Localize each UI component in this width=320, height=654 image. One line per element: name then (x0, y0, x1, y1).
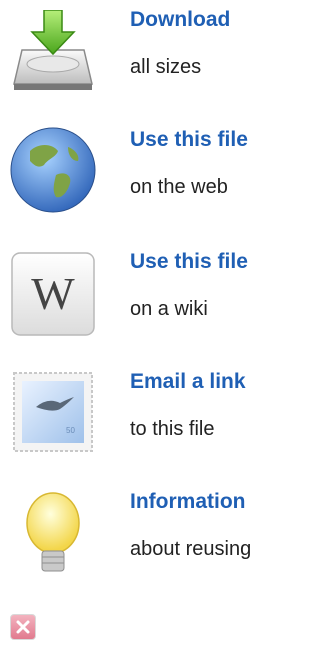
download-option[interactable]: Download all sizes (0, 0, 291, 100)
close-icon[interactable] (11, 615, 35, 639)
use-on-wiki-title[interactable]: Use this file (130, 250, 291, 274)
reuse-info-title[interactable]: Information (130, 490, 291, 514)
use-on-wiki-option[interactable]: W Use this file on a wiki (0, 242, 291, 342)
use-on-web-option[interactable]: Use this file on the web (0, 120, 291, 220)
email-link-title[interactable]: Email a link (130, 370, 291, 394)
use-on-web-title[interactable]: Use this file (130, 128, 291, 152)
wiki-w-icon[interactable]: W (8, 252, 98, 336)
lightbulb-icon[interactable] (8, 492, 98, 572)
email-link-option[interactable]: 50 Email a link to this file (0, 362, 291, 462)
hard-drive-download-icon[interactable] (8, 9, 98, 90)
globe-icon[interactable] (8, 127, 98, 213)
download-title[interactable]: Download (130, 8, 291, 32)
close-button[interactable] (10, 614, 36, 640)
use-on-web-subtitle: on the web (130, 176, 228, 198)
svg-text:W: W (31, 268, 75, 319)
stamp-icon[interactable]: 50 (8, 372, 98, 452)
download-subtitle: all sizes (130, 56, 202, 78)
reuse-info-subtitle: about reusing (130, 538, 252, 560)
email-link-subtitle: to this file (130, 418, 215, 440)
reuse-info-option[interactable]: Information about reusing (0, 482, 291, 582)
svg-text:50: 50 (66, 426, 75, 435)
use-on-wiki-subtitle: on a wiki (130, 298, 208, 320)
